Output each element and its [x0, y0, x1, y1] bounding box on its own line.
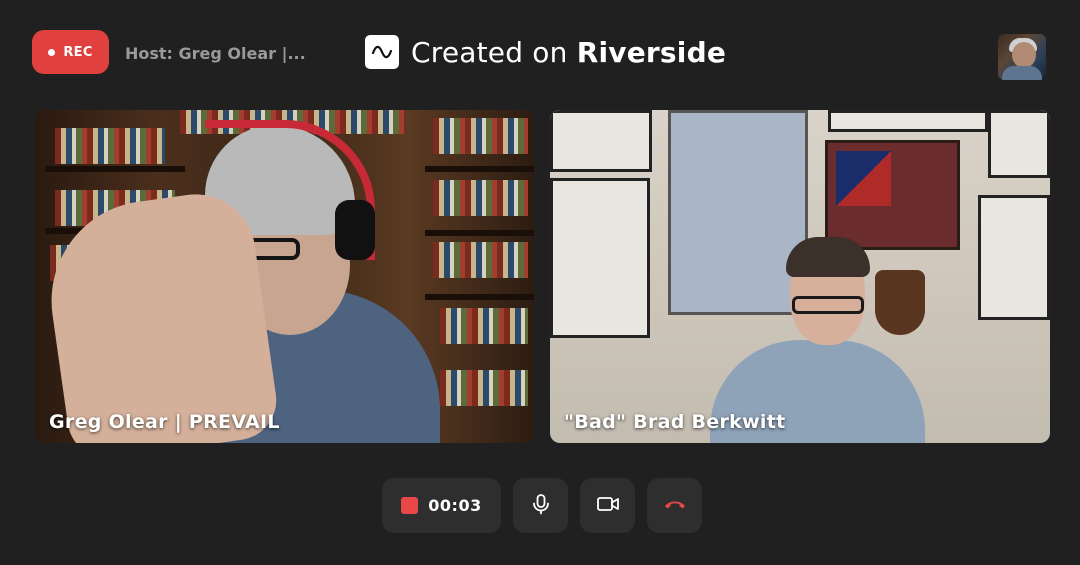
participant-name: "Bad" Brad Berkwitt [564, 411, 786, 433]
camera-icon [596, 493, 620, 519]
brand-watermark: Created on Riverside [365, 34, 726, 70]
call-controls: 00:03 [382, 478, 702, 533]
brand-prefix: Created on [411, 35, 577, 69]
recording-timer: 00:03 [428, 496, 482, 515]
hang-up-icon [662, 493, 688, 519]
host-label: Host: Greg Olear |... [125, 44, 306, 63]
recording-button[interactable]: REC [32, 30, 109, 74]
video-tile-greg-olear[interactable]: Greg Olear | PREVAIL [35, 110, 534, 443]
microphone-icon [530, 493, 552, 519]
self-view-thumbnail[interactable] [998, 34, 1046, 80]
recording-label: REC [63, 44, 93, 60]
microphone-button[interactable] [513, 478, 568, 533]
stop-recording-button[interactable]: 00:03 [382, 478, 501, 533]
camera-button[interactable] [580, 478, 635, 533]
brand-text: Created on Riverside [411, 36, 726, 69]
recording-dot-icon [48, 48, 56, 56]
riverside-recording-window: REC Host: Greg Olear |... Created on Riv… [0, 0, 1080, 565]
participant-name: Greg Olear | PREVAIL [49, 411, 280, 433]
stop-icon [401, 497, 419, 514]
waveform-icon [365, 35, 399, 69]
brand-name: Riverside [576, 35, 727, 69]
leave-call-button[interactable] [647, 478, 702, 533]
video-tile-brad-berkwitt[interactable]: "Bad" Brad Berkwitt [550, 110, 1050, 443]
